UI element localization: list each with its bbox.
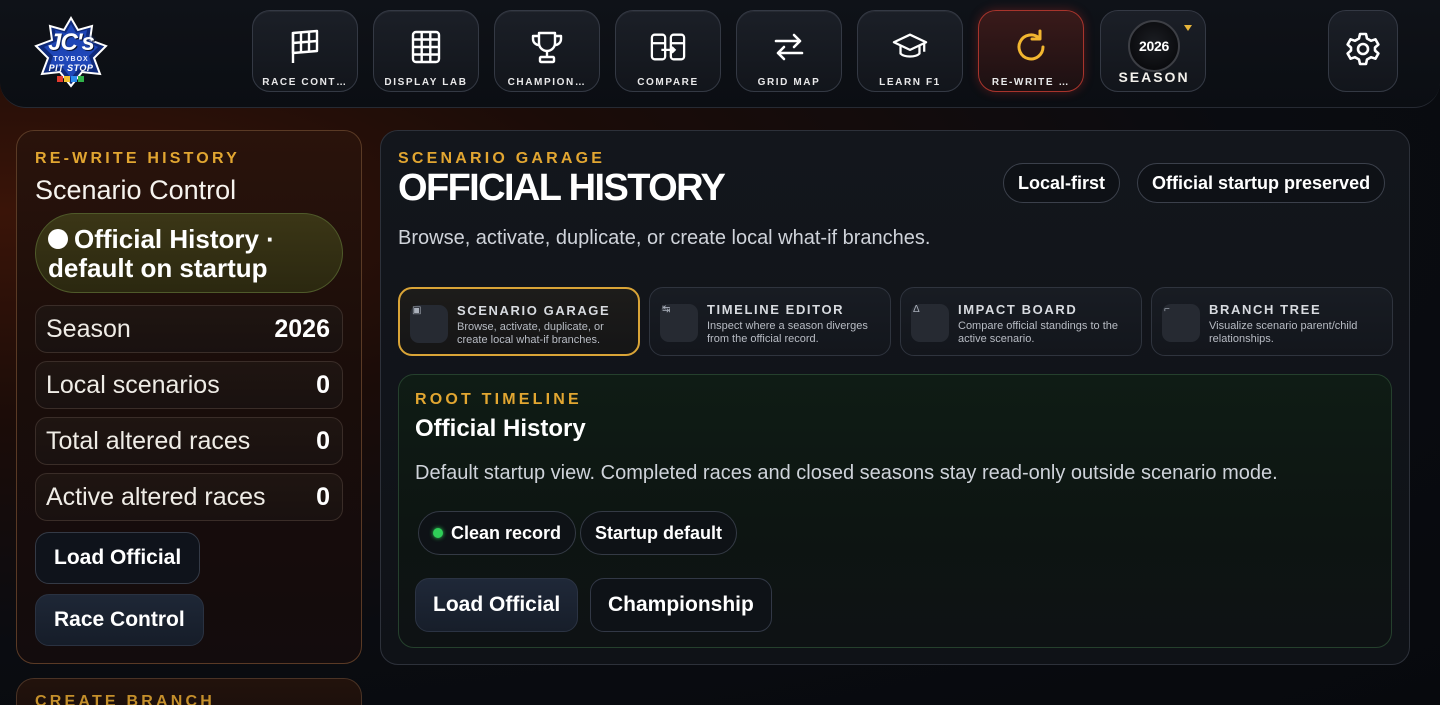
stat-value: 0	[316, 482, 330, 511]
tab-impact-board[interactable]: Δ IMPACT BOARD Compare official standing…	[900, 287, 1142, 356]
card-title: IMPACT BOARD	[958, 302, 1078, 317]
create-branch-panel: CREATE BRANCH	[16, 678, 362, 705]
grid-icon	[408, 29, 444, 65]
section-description: Default startup view. Completed races an…	[415, 462, 1278, 484]
nav-display-lab[interactable]: DISPLAY LAB	[373, 10, 479, 92]
section-title: Official History	[415, 415, 586, 442]
stat-local-scenarios: Local scenarios 0	[35, 361, 343, 409]
nav-label: RACE CONT…	[262, 77, 348, 88]
nav-label: CHAMPION…	[507, 77, 587, 88]
nav-championship[interactable]: CHAMPION…	[494, 10, 600, 92]
local-first-chip: Local-first	[1003, 163, 1121, 203]
badge-label: Clean record	[451, 522, 562, 543]
tab-scenario-garage[interactable]: ▣ SCENARIO GARAGE Browse, activate, dupl…	[398, 287, 640, 356]
nav-rewrite-history[interactable]: RE-WRITE …	[978, 10, 1084, 92]
top-nav-bar: JC's TOYBOX PIT STOP RACE CONT… DISPLAY …	[0, 0, 1440, 108]
page-title: OFFICIAL HISTORY	[398, 167, 726, 209]
section-eyebrow: ROOT TIMELINE	[415, 391, 582, 408]
nav-label: COMPARE	[637, 77, 699, 88]
panel-eyebrow: CREATE BRANCH	[35, 693, 215, 705]
official-startup-chip: Official startup preserved	[1137, 163, 1386, 203]
stat-total-altered-races: Total altered races 0	[35, 417, 343, 465]
status-dot-icon	[48, 229, 68, 249]
card-description: Visualize scenario parent/child relation…	[1209, 320, 1358, 345]
panel-eyebrow: RE-WRITE HISTORY	[35, 150, 240, 167]
stat-label: Total altered races	[46, 426, 251, 455]
load-official-button[interactable]: Load Official	[35, 532, 201, 584]
card-description: Compare official standings to the active…	[958, 320, 1118, 345]
card-description: Inspect where a season diverges from the…	[707, 320, 868, 345]
race-control-button[interactable]: Race Control	[35, 594, 204, 646]
championship-button[interactable]: Championship	[590, 578, 772, 632]
nav-label: RE-WRITE …	[991, 77, 1071, 88]
card-mark: ↹	[662, 304, 671, 315]
status-text: Official History · default on startup	[48, 224, 275, 283]
gear-icon	[1345, 31, 1381, 72]
scenario-control-panel: RE-WRITE HISTORY Scenario Control Offici…	[16, 130, 362, 664]
nav-label: GRID MAP	[757, 77, 821, 88]
card-mark: ⌐	[1164, 304, 1170, 315]
scenario-garage-panel: SCENARIO GARAGE OFFICIAL HISTORY Local-f…	[380, 130, 1410, 665]
stat-value: 0	[316, 426, 330, 455]
panel-eyebrow: SCENARIO GARAGE	[398, 150, 606, 167]
stat-label: Active altered races	[46, 482, 266, 511]
nav-race-control[interactable]: RACE CONT…	[252, 10, 358, 92]
app-logo[interactable]: JC's TOYBOX PIT STOP	[30, 16, 112, 88]
panel-title: Scenario Control	[35, 175, 237, 205]
card-description: Browse, activate, duplicate, or create l…	[457, 321, 604, 346]
chevron-down-icon	[1184, 25, 1192, 31]
card-title: SCENARIO GARAGE	[457, 303, 611, 318]
panel-description: Browse, activate, duplicate, or create l…	[398, 227, 931, 249]
load-official-button[interactable]: Load Official	[415, 578, 579, 632]
stat-value: 2026	[274, 314, 330, 343]
settings-button[interactable]	[1328, 10, 1398, 92]
season-selector[interactable]: 2026 SEASON	[1100, 10, 1206, 92]
stat-label: Season	[46, 314, 131, 343]
card-title: BRANCH TREE	[1209, 302, 1322, 317]
tab-branch-tree[interactable]: ⌐ BRANCH TREE Visualize scenario parent/…	[1151, 287, 1393, 356]
stat-active-altered-races: Active altered races 0	[35, 473, 343, 521]
trophy-icon	[529, 29, 565, 65]
season-label: SEASON	[1118, 69, 1190, 85]
nav-grid-map[interactable]: GRID MAP	[736, 10, 842, 92]
season-year: 2026	[1128, 20, 1180, 72]
stat-value: 0	[316, 370, 330, 399]
startup-default-badge: Startup default	[580, 511, 738, 555]
compare-icon	[650, 29, 686, 65]
card-mark: Δ	[913, 304, 920, 315]
logo-text: JC's TOYBOX PIT STOP	[48, 29, 95, 73]
tab-timeline-editor[interactable]: ↹ TIMELINE EDITOR Inspect where a season…	[649, 287, 891, 356]
stat-label: Local scenarios	[46, 370, 220, 399]
graduation-cap-icon	[892, 29, 928, 65]
nav-label: DISPLAY LAB	[384, 77, 468, 88]
card-mark: ▣	[412, 305, 422, 316]
nav-compare[interactable]: COMPARE	[615, 10, 721, 92]
clean-record-badge: Clean record	[418, 511, 577, 555]
checkered-flag-icon	[287, 29, 323, 65]
nav-learn-f1[interactable]: LEARN F1	[857, 10, 963, 92]
root-timeline-card: ROOT TIMELINE Official History Default s…	[398, 374, 1392, 648]
status-dot-icon	[433, 528, 443, 538]
status-badge: Official History · default on startup	[35, 213, 343, 293]
card-title: TIMELINE EDITOR	[707, 302, 845, 317]
stat-season: Season 2026	[35, 305, 343, 353]
nav-label: LEARN F1	[879, 77, 941, 88]
swap-arrows-icon	[771, 29, 807, 65]
refresh-icon	[1013, 29, 1049, 65]
